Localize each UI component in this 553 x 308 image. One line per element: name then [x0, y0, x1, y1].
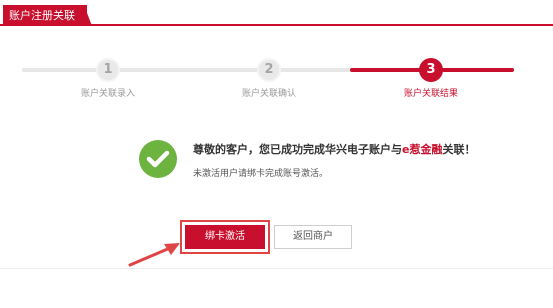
- bottom-divider: [0, 268, 553, 269]
- success-message-suffix: 关联！: [442, 143, 476, 156]
- success-message-prefix: 尊敬的客户，您已成功完成华兴电子账户与: [193, 143, 402, 156]
- step-2-label: 账户关联确认: [241, 89, 296, 99]
- success-check-icon: [139, 140, 177, 178]
- tab-notch: [84, 5, 92, 26]
- step-3-circle: 3: [419, 58, 443, 82]
- success-message-subtitle: 未激活用户请绑卡完成账号激活。: [193, 169, 329, 179]
- tab-account-link[interactable]: 账户注册关联: [3, 5, 87, 26]
- bind-card-activate-button[interactable]: 绑卡激活: [185, 225, 265, 249]
- step-3-label: 账户关联结果: [403, 89, 458, 99]
- step-1-circle: 1: [96, 58, 120, 82]
- progress-steps: 1 账户关联录入 2 账户关联确认 3 账户关联结果: [18, 58, 515, 102]
- step-1-label: 账户关联录入: [80, 89, 135, 99]
- step-2-circle: 2: [257, 58, 281, 82]
- pointer-arrow-icon: [128, 243, 180, 267]
- success-message-title: 尊敬的客户，您已成功完成华兴电子账户与e惹金融关联！: [193, 141, 475, 157]
- return-merchant-button[interactable]: 返回商户: [274, 225, 352, 249]
- tab-bar: 账户注册关联: [0, 0, 553, 26]
- brand-name: e惹金融: [402, 143, 443, 156]
